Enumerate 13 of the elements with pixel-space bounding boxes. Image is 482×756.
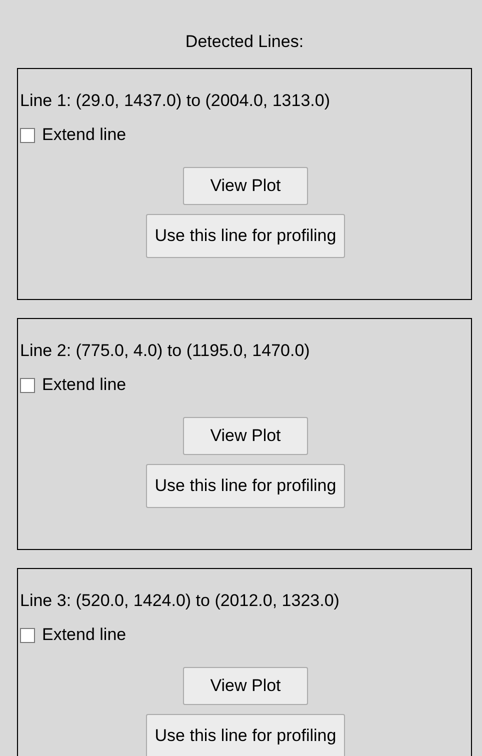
use-line-button[interactable]: Use this line for profiling [146, 464, 346, 508]
view-plot-button[interactable]: View Plot [183, 667, 308, 705]
extend-checkbox[interactable]: Extend line [20, 125, 471, 145]
use-line-button[interactable]: Use this line for profiling [146, 214, 346, 258]
view-plot-button[interactable]: View Plot [183, 167, 308, 205]
line-label: Line 3: (520.0, 1424.0) to (2012.0, 1323.0) [20, 591, 340, 611]
panel-heading: Detected Lines: [184, 31, 305, 53]
view-plot-button[interactable]: View Plot [183, 417, 308, 455]
extend-checkbox[interactable]: Extend line [20, 375, 471, 395]
extend-checkbox[interactable]: Extend line [20, 625, 471, 645]
use-line-button[interactable]: Use this line for profiling [146, 714, 346, 756]
line-label: Line 1: (29.0, 1437.0) to (2004.0, 1313.0) [20, 91, 332, 111]
line-label: Line 2: (775.0, 4.0) to (1195.0, 1470.0) [20, 341, 311, 361]
